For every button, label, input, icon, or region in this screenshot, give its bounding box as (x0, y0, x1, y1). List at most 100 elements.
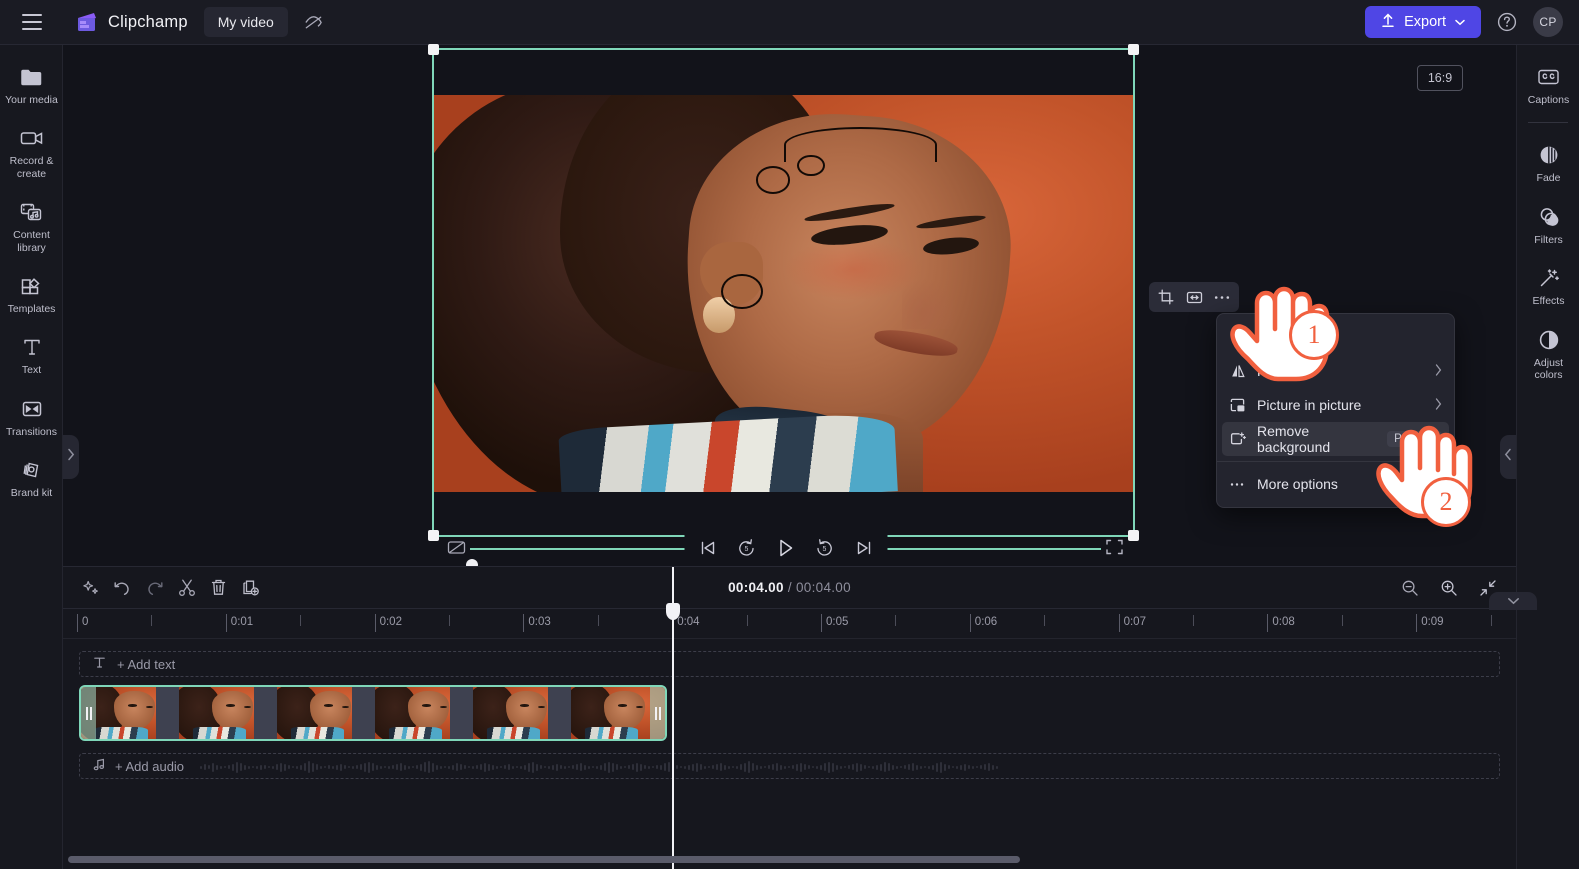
ruler-tick-minor (1490, 615, 1492, 626)
timeline-panel: 00:04.00 / 00:04.00 0 0:01 0:02 0:03 0:0… (63, 566, 1516, 869)
video-selection-frame[interactable] (428, 44, 1139, 541)
ruler-label: 0:07 (1123, 616, 1146, 628)
ruler-tick (1118, 614, 1120, 632)
ruler-tick-minor (151, 615, 153, 626)
ruler-label: 0:08 (1272, 616, 1295, 628)
scissors-split-icon[interactable] (171, 572, 202, 603)
play-icon[interactable] (772, 534, 799, 561)
step-badge-1: 1 (1289, 310, 1339, 360)
timeline-ruler[interactable]: 0 0:01 0:02 0:03 0:04 0:05 0:06 0:07 0:08 0:09 (63, 608, 1516, 639)
undo-icon[interactable] (107, 572, 138, 603)
element-float-toolbar (1149, 282, 1239, 312)
time-separator: / (787, 580, 792, 595)
sidebar-label: Templates (7, 302, 56, 315)
left-panel-expand-handle[interactable] (63, 435, 79, 479)
ruler-label: 0:02 (379, 616, 402, 628)
timeline-time-display: 00:04.00 / 00:04.00 (728, 580, 851, 595)
sidebar-item-fade[interactable]: Fade (1517, 135, 1579, 190)
svg-text:5: 5 (823, 546, 827, 553)
timeline-horizontal-scrollbar[interactable] (68, 856, 1020, 863)
sidebar-item-effects[interactable]: Effects (1517, 258, 1579, 313)
duplicate-icon[interactable] (235, 572, 266, 603)
skip-to-start-icon[interactable] (694, 534, 721, 561)
ruler-label: 0:06 (974, 616, 998, 628)
adjust-colors-icon (1536, 327, 1562, 353)
sidebar-item-filters[interactable]: Filters (1517, 197, 1579, 252)
left-sidebar: Your media Record & create Content libra… (0, 45, 63, 869)
export-button[interactable]: Export (1365, 6, 1481, 38)
ruler-label: 0:01 (230, 616, 254, 628)
text-t-icon (93, 656, 106, 672)
context-menu-item-picture-in-picture[interactable]: Picture in picture (1217, 388, 1454, 422)
user-avatar[interactable]: CP (1533, 7, 1563, 37)
context-menu-label: Flip (1257, 363, 1280, 379)
clip-trim-handle-right[interactable] (650, 687, 665, 739)
chevron-right-icon (1435, 363, 1442, 379)
video-clip[interactable] (79, 685, 667, 741)
sidebar-label: Your media (5, 94, 58, 106)
add-text-track[interactable]: + Add text (79, 651, 1500, 677)
sidebar-item-your-media[interactable]: Your media (0, 57, 63, 112)
sidebar-label: Adjust colors (1533, 356, 1564, 381)
brand: Clipchamp (74, 11, 188, 34)
rewind-5-icon[interactable]: 5 (733, 534, 760, 561)
preview-stage: 16:9 Flip Picture in picture Remove back… (63, 44, 1537, 610)
flip-icon (1229, 363, 1246, 380)
sidebar-label: Text (21, 364, 42, 377)
preview-image (434, 95, 1133, 492)
zoom-out-icon[interactable] (1394, 572, 1425, 603)
ruler-tick-minor (1193, 615, 1194, 626)
resize-handle-tl[interactable] (428, 44, 439, 55)
stage-collapse-handle[interactable] (1489, 592, 1537, 610)
sidebar-item-transitions[interactable]: Transitions (0, 389, 63, 444)
fit-resize-icon[interactable] (1181, 285, 1207, 309)
sidebar-label: Captions (1527, 94, 1570, 106)
clip-trim-handle-left[interactable] (81, 687, 96, 739)
ellipsis-icon (1229, 476, 1246, 493)
chevron-right-icon (1435, 397, 1442, 413)
top-bar: Clipchamp My video Export CP (0, 0, 1579, 45)
picture-in-picture-icon (1229, 397, 1246, 414)
text-t-icon (19, 334, 45, 360)
chevron-down-icon (1455, 14, 1465, 30)
media-library-icon (19, 199, 45, 225)
help-circle-icon[interactable] (1495, 10, 1519, 34)
filters-icon (1536, 204, 1562, 230)
zoom-in-icon[interactable] (1433, 572, 1464, 603)
video-preview[interactable] (434, 95, 1133, 492)
chevron-left-icon (1504, 448, 1512, 466)
sparkle-magic-icon[interactable] (75, 572, 106, 603)
resize-handle-tr[interactable] (1128, 44, 1139, 55)
skip-to-end-icon[interactable] (850, 534, 877, 561)
sidebar-item-adjust-colors[interactable]: Adjust colors (1517, 320, 1579, 388)
folder-icon (19, 64, 45, 90)
sidebar-item-text[interactable]: Text (0, 327, 63, 382)
context-menu-item-flip[interactable]: Flip (1217, 354, 1454, 388)
sidebar-item-content-library[interactable]: Content library (0, 192, 63, 260)
add-audio-track[interactable]: + Add audio (79, 753, 1500, 779)
sidebar-item-brand-kit[interactable]: Brand kit (0, 450, 63, 505)
effects-wand-icon (1536, 265, 1562, 291)
project-name-field[interactable]: My video (203, 7, 288, 37)
trash-delete-icon[interactable] (203, 572, 234, 603)
more-options-toolbar-button[interactable] (1209, 285, 1235, 309)
context-menu-item-more-options[interactable]: More options (1217, 467, 1454, 501)
aspect-ratio-badge[interactable]: 16:9 (1417, 65, 1463, 91)
hamburger-menu-icon[interactable] (12, 2, 52, 42)
crop-icon[interactable] (1153, 285, 1179, 309)
right-panel-collapse-handle[interactable] (1500, 435, 1516, 479)
forward-5-icon[interactable]: 5 (811, 534, 838, 561)
sidebar-item-record-create[interactable]: Record & create (0, 118, 63, 186)
mute-icon[interactable] (446, 538, 468, 558)
remove-background-menu-item[interactable]: Remove background Preview (1222, 422, 1449, 456)
sidebar-item-templates[interactable]: Templates (0, 266, 63, 321)
redo-icon[interactable] (139, 572, 170, 603)
svg-text:5: 5 (745, 546, 749, 553)
ruler-tick (225, 614, 227, 632)
fullscreen-icon[interactable] (1105, 538, 1127, 558)
video-track-row (79, 685, 1500, 741)
sidebar-item-captions[interactable]: Captions (1517, 57, 1579, 112)
context-menu-label: Picture in picture (1257, 397, 1362, 413)
ruler-tick-minor (300, 615, 302, 626)
eye-off-icon[interactable] (298, 7, 330, 37)
